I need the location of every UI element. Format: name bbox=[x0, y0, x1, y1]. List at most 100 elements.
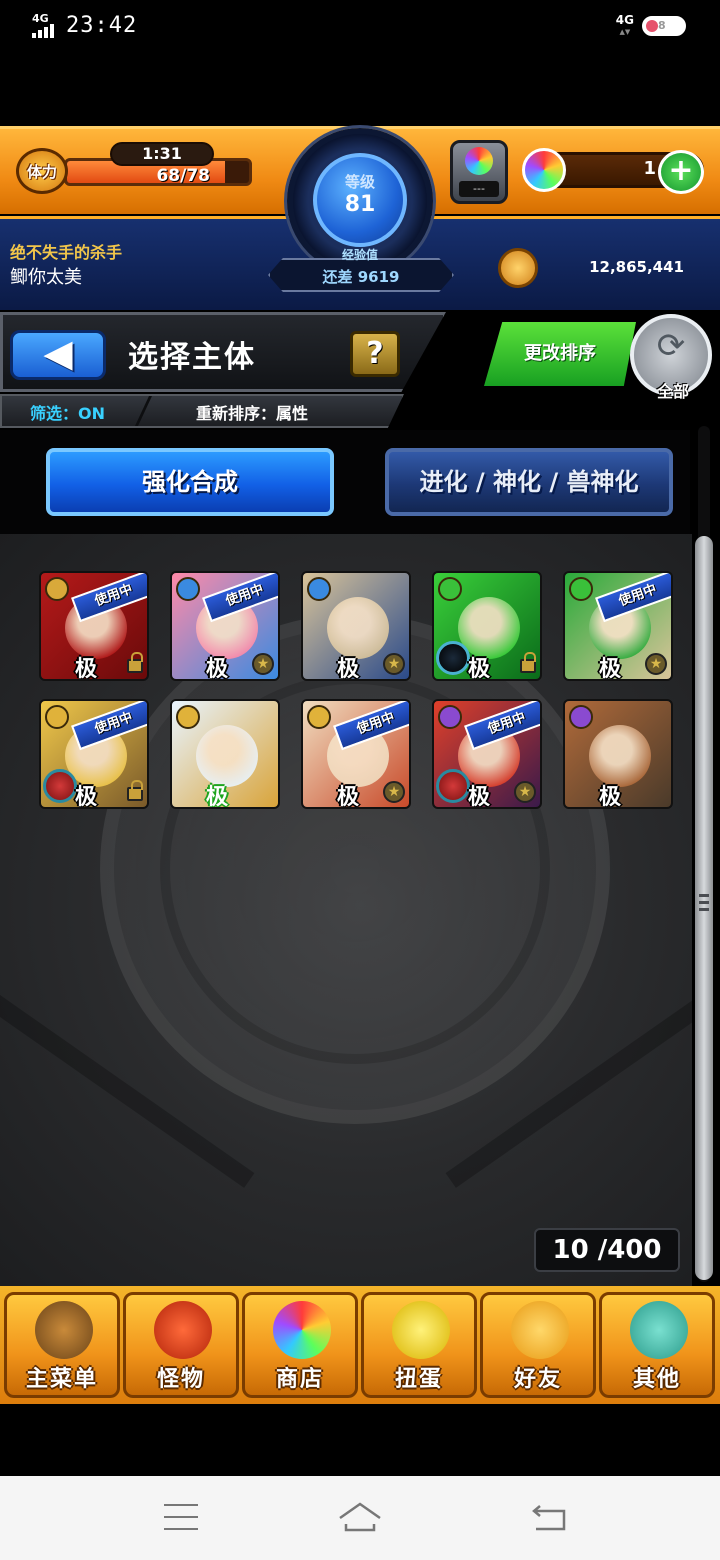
all-toggle-button[interactable]: ⟳ 全部 bbox=[630, 314, 712, 401]
menu-label: 主菜单 bbox=[25, 1367, 98, 1392]
monster-card[interactable]: 极 bbox=[563, 699, 673, 809]
rank-badge: 极 bbox=[468, 657, 491, 681]
favorite-star-icon: ★ bbox=[252, 653, 274, 675]
monster-portrait bbox=[327, 597, 389, 659]
monster-card[interactable]: 使用中极 ★ bbox=[563, 571, 673, 681]
egg-icon bbox=[392, 1301, 450, 1359]
filter-toggle[interactable]: 筛选：ON bbox=[30, 400, 105, 424]
player-name: 鲫你太美 bbox=[10, 267, 82, 288]
back-nav-icon[interactable] bbox=[530, 1502, 568, 1532]
rank-badge: 极 bbox=[75, 657, 98, 681]
menu-button-question[interactable]: 其他 bbox=[599, 1292, 715, 1398]
battery-icon: 8 bbox=[642, 16, 686, 36]
rank-badge: 极 bbox=[468, 785, 491, 809]
scrollbar-grip bbox=[698, 890, 710, 926]
all-label: 全部 bbox=[656, 382, 689, 401]
favorite-star-icon: ★ bbox=[383, 653, 405, 675]
home-icon[interactable] bbox=[336, 1500, 384, 1534]
fruit-icon bbox=[436, 769, 470, 803]
light-attribute-icon bbox=[176, 705, 200, 729]
lock-icon bbox=[520, 652, 536, 673]
rank-badge: 极 bbox=[599, 657, 622, 681]
favorite-star-icon: ★ bbox=[383, 781, 405, 803]
orb-icon bbox=[273, 1301, 331, 1359]
menu-button-monster[interactable]: 怪物 bbox=[123, 1292, 239, 1398]
recent-apps-icon[interactable] bbox=[164, 1504, 198, 1530]
favorite-star-icon: ★ bbox=[514, 781, 536, 803]
orb-icon bbox=[522, 148, 566, 192]
monster-card[interactable]: 使用中极 ★ bbox=[170, 571, 280, 681]
wood-attribute-icon bbox=[438, 577, 462, 601]
menu-label: 扭蛋 bbox=[394, 1367, 443, 1392]
favorite-star-icon: ★ bbox=[645, 653, 667, 675]
level-badge[interactable]: 等级 81 bbox=[313, 153, 407, 247]
menu-label: 其他 bbox=[632, 1367, 681, 1392]
monster-card[interactable]: 极 bbox=[170, 699, 280, 809]
monster-card[interactable]: 极 bbox=[432, 571, 542, 681]
menu-label: 商店 bbox=[275, 1367, 324, 1392]
network-indicator: 4G ▲▼ bbox=[615, 13, 634, 36]
monster-portrait bbox=[196, 725, 258, 787]
rank-badge: 极 bbox=[206, 785, 229, 809]
monster-card[interactable]: 使用中极 ★ bbox=[432, 699, 542, 809]
refresh-icon: ⟳ bbox=[656, 326, 686, 366]
fire-attribute-icon bbox=[45, 577, 69, 601]
page-title: 选择主体 bbox=[128, 340, 256, 375]
menu-label: 好友 bbox=[513, 1367, 562, 1392]
water-attribute-icon bbox=[176, 577, 200, 601]
coin-count: 12,865,441 bbox=[589, 258, 684, 276]
home-gate-icon bbox=[35, 1301, 93, 1359]
fruit-icon bbox=[43, 769, 77, 803]
tab-power-up[interactable]: 强化合成 bbox=[46, 448, 334, 516]
lock-icon bbox=[127, 780, 143, 801]
coin-icon bbox=[498, 248, 538, 288]
menu-button-orb[interactable]: 商店 bbox=[242, 1292, 358, 1398]
monster-icon bbox=[154, 1301, 212, 1359]
stamina-value: 68/78 bbox=[156, 166, 210, 186]
rank-badge: 极 bbox=[337, 785, 360, 809]
question-icon bbox=[630, 1301, 688, 1359]
menu-button-friends[interactable]: 好友 bbox=[480, 1292, 596, 1398]
monster-card[interactable]: 使用中极 ★ bbox=[301, 699, 411, 809]
add-orb-button[interactable]: + bbox=[658, 150, 704, 194]
light-attribute-icon bbox=[307, 705, 331, 729]
left-arrow-icon: ◀ bbox=[43, 331, 73, 375]
rank-badge: 极 bbox=[206, 657, 229, 681]
back-button[interactable]: ◀ bbox=[10, 330, 106, 380]
rank-badge: 极 bbox=[75, 785, 98, 809]
stamina-icon: 体力 bbox=[16, 148, 68, 194]
monster-card[interactable]: 极 ★ bbox=[301, 571, 411, 681]
exp-label: 经验值 bbox=[341, 248, 378, 262]
rank-badge: 极 bbox=[337, 657, 360, 681]
light-attribute-icon bbox=[45, 705, 69, 729]
dark-attribute-icon bbox=[438, 705, 462, 729]
menu-button-home-gate[interactable]: 主菜单 bbox=[4, 1292, 120, 1398]
menu-button-egg[interactable]: 扭蛋 bbox=[361, 1292, 477, 1398]
status-bar: 4G 23:42 4G ▲▼ 8 bbox=[0, 0, 720, 56]
player-title: 绝不失手的杀手 bbox=[10, 243, 123, 262]
stamina-timer: 1:31 bbox=[110, 142, 214, 166]
lock-icon bbox=[127, 652, 143, 673]
resort-button[interactable]: 重新排序：属性 bbox=[196, 400, 308, 424]
exp-box: 还差 9619 bbox=[268, 258, 454, 292]
status-time: 23:42 bbox=[66, 13, 138, 38]
menu-label: 怪物 bbox=[156, 1367, 205, 1392]
level-label: 等级 bbox=[344, 173, 375, 191]
signal-icon: 4G bbox=[30, 12, 60, 38]
monster-card[interactable]: 使用中极 bbox=[39, 571, 149, 681]
monster-card[interactable]: 使用中极 bbox=[39, 699, 149, 809]
orb-box-icon[interactable]: --- bbox=[450, 140, 508, 204]
exp-remaining: 还差 9619 bbox=[322, 268, 400, 286]
help-button[interactable]: ? bbox=[350, 331, 400, 377]
rank-badge: 极 bbox=[599, 785, 622, 809]
water-attribute-icon bbox=[307, 577, 331, 601]
friends-icon bbox=[511, 1301, 569, 1359]
tab-evolve[interactable]: 进化 / 神化 / 兽神化 bbox=[385, 448, 673, 516]
wood-attribute-icon bbox=[569, 577, 593, 601]
monster-portrait bbox=[589, 725, 651, 787]
box-count: 10 /400 bbox=[534, 1228, 680, 1272]
orb-count: 1 bbox=[643, 158, 656, 179]
dark-attribute-icon bbox=[569, 705, 593, 729]
level-value: 81 bbox=[344, 192, 376, 217]
change-sort-button[interactable]: 更改排序 bbox=[484, 322, 636, 386]
